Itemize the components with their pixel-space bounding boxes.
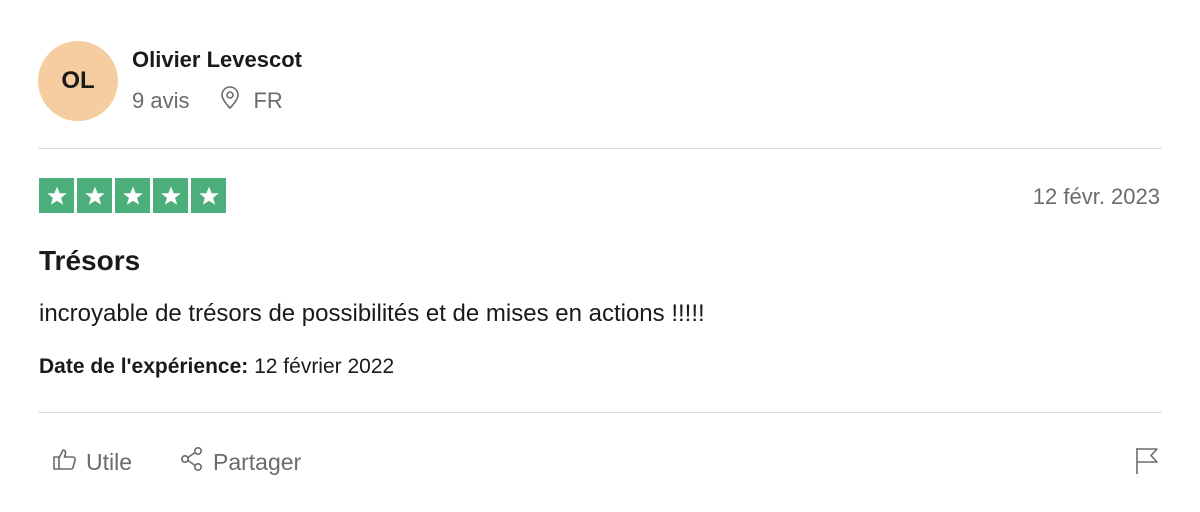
star-icon <box>77 178 112 213</box>
author-meta: 9 avis FR <box>132 86 283 116</box>
star-icon <box>153 178 188 213</box>
country-code: FR <box>253 88 283 113</box>
star-rating <box>39 178 226 213</box>
share-button[interactable]: Partager <box>179 446 301 478</box>
review-card: OL Olivier Levescot 9 avis FR 12 févr. 2… <box>0 0 1200 512</box>
author-name[interactable]: Olivier Levescot <box>132 47 302 73</box>
review-title[interactable]: Trésors <box>39 245 140 277</box>
experience-value: 12 février 2022 <box>254 355 395 378</box>
share-icon <box>179 446 213 478</box>
star-icon <box>191 178 226 213</box>
divider <box>38 412 1162 413</box>
location-pin-icon <box>219 86 253 116</box>
share-label: Partager <box>213 448 302 475</box>
report-button[interactable] <box>1133 446 1161 481</box>
useful-button[interactable]: Utile <box>52 446 132 478</box>
experience-date: Date de l'expérience: 12 février 2022 <box>39 355 394 379</box>
flag-icon <box>1133 448 1161 480</box>
useful-label: Utile <box>86 448 133 475</box>
experience-label: Date de l'expérience: <box>39 355 249 378</box>
author-country: FR <box>219 86 283 116</box>
avatar: OL <box>38 41 118 121</box>
star-icon <box>115 178 150 213</box>
star-icon <box>39 178 74 213</box>
thumbs-up-icon <box>52 446 86 478</box>
divider <box>38 148 1162 149</box>
reviews-count: 9 avis <box>132 88 190 113</box>
review-body: incroyable de trésors de possibilités et… <box>39 300 705 327</box>
review-date: 12 févr. 2023 <box>1032 184 1160 209</box>
